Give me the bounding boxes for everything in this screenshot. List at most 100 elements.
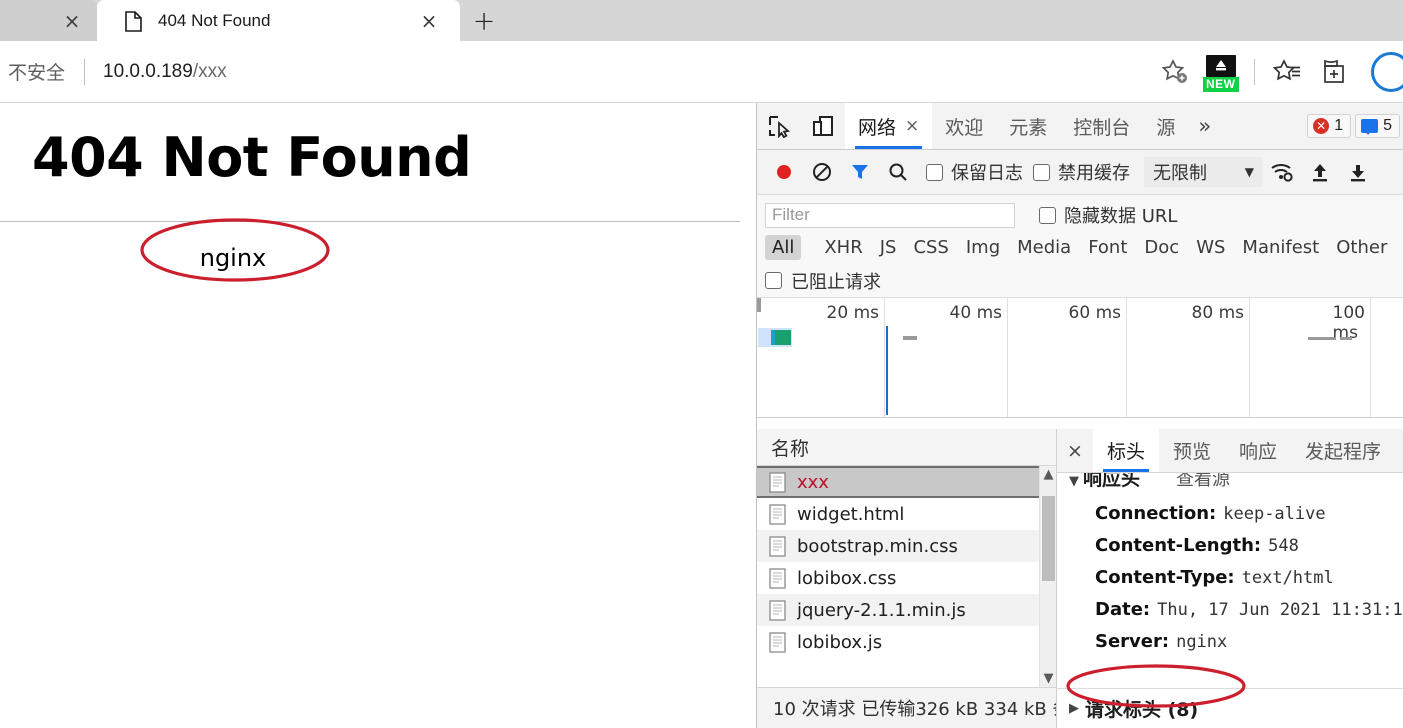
overview-left-handle[interactable] xyxy=(757,298,761,312)
tab-network[interactable]: 网络 × xyxy=(845,103,932,149)
response-headers-list: Connection: keep-alive Content-Length: 5… xyxy=(1069,473,1403,663)
tab-close-icon[interactable]: × xyxy=(61,10,83,32)
overview-gridline xyxy=(1126,298,1127,417)
checkbox-box xyxy=(1033,164,1050,181)
overview-tick-40ms: 40 ms xyxy=(950,303,1007,323)
type-filter-all[interactable]: All xyxy=(765,235,801,260)
record-button[interactable] xyxy=(766,154,802,190)
table-row[interactable]: bootstrap.min.css xyxy=(757,530,1056,562)
add-favorite-icon[interactable] xyxy=(1152,49,1198,95)
preserve-log-checkbox[interactable]: 保留日志 xyxy=(926,159,1023,185)
type-filter-doc[interactable]: Doc xyxy=(1137,235,1186,260)
devtools-badges: ✕ 1 5 xyxy=(1307,103,1403,149)
tab-sources[interactable]: 源 xyxy=(1143,103,1188,149)
header-value: nginx xyxy=(1176,632,1227,652)
message-count: 5 xyxy=(1383,117,1392,135)
scroll-down-icon[interactable]: ▼ xyxy=(1040,670,1056,687)
import-har-icon[interactable] xyxy=(1302,154,1338,190)
tab-initiator[interactable]: 发起程序 xyxy=(1291,429,1395,472)
tab-console[interactable]: 控制台 xyxy=(1060,103,1143,149)
type-filter-media[interactable]: Media xyxy=(1010,235,1078,260)
dom-content-loaded-marker xyxy=(886,326,888,415)
request-headers-label: 请求标头 (8) xyxy=(1085,695,1198,722)
header-row-content-type: Content-Type: text/html xyxy=(1069,567,1403,599)
type-filter-css[interactable]: CSS xyxy=(906,235,955,260)
resource-type-filters: All XHR JS CSS Img Media Font Doc WS Man… xyxy=(757,230,1403,264)
filter-input[interactable]: Filter xyxy=(765,203,1015,228)
table-row[interactable]: lobibox.css xyxy=(757,562,1056,594)
scroll-up-icon[interactable]: ▲ xyxy=(1040,466,1056,483)
network-conditions-icon[interactable] xyxy=(1264,154,1300,190)
type-filter-manifest[interactable]: Manifest xyxy=(1235,235,1326,260)
document-icon xyxy=(769,632,786,653)
tab-elements[interactable]: 元素 xyxy=(996,103,1060,149)
extension-body xyxy=(1206,55,1236,77)
type-filter-font[interactable]: Font xyxy=(1081,235,1134,260)
table-row[interactable]: lobibox.js xyxy=(757,626,1056,658)
tab-network-close-icon[interactable]: × xyxy=(905,116,919,136)
request-list[interactable]: xxx widget.html xyxy=(757,466,1056,687)
response-headers-section-title[interactable]: ▼响应头 查看源 xyxy=(1069,473,1230,491)
devtools-panel: 网络 × 欢迎 元素 控制台 源 » ✕ 1 5 xyxy=(756,103,1403,728)
header-value: Thu, 17 Jun 2021 11:31:11 xyxy=(1157,600,1403,620)
clear-button[interactable] xyxy=(804,154,840,190)
table-row[interactable]: widget.html xyxy=(757,498,1056,530)
tab-response[interactable]: 响应 xyxy=(1225,429,1291,472)
page-title: 404 Not Found xyxy=(32,126,756,189)
request-name: jquery-2.1.1.min.js xyxy=(797,600,966,621)
overview-gridline xyxy=(1370,298,1371,417)
network-overview-timeline[interactable]: 20 ms 40 ms 60 ms 80 ms 100 ms xyxy=(757,298,1403,418)
triangle-closed-icon[interactable]: ▶ xyxy=(1069,701,1079,716)
overview-tick-60ms: 60 ms xyxy=(1069,303,1126,323)
request-headers-section-title[interactable]: ▶ 请求标头 (8) xyxy=(1057,688,1403,728)
table-row[interactable]: jquery-2.1.1.min.js xyxy=(757,594,1056,626)
message-badge[interactable]: 5 xyxy=(1355,114,1400,138)
browser-tab-strip: × 404 Not Found × + xyxy=(0,0,1403,41)
request-detail-pane: × 标头 预览 响应 发起程序 ▼响应头 查看源 Connection: kee… xyxy=(1057,429,1403,728)
header-row-connection: Connection: keep-alive xyxy=(1069,503,1403,535)
close-icon[interactable]: × xyxy=(1057,429,1093,472)
blocked-requests-checkbox[interactable]: 已阻止请求 xyxy=(765,268,881,294)
hide-data-url-checkbox[interactable]: 隐藏数据 URL xyxy=(1039,202,1177,228)
scrollbar-thumb[interactable] xyxy=(1042,496,1055,581)
tab-headers[interactable]: 标头 xyxy=(1093,429,1159,472)
new-tab-button[interactable]: + xyxy=(470,8,498,36)
type-filter-img[interactable]: Img xyxy=(959,235,1007,260)
type-filter-ws[interactable]: WS xyxy=(1189,235,1232,260)
address-bar[interactable]: 10.0.0.189/xxx xyxy=(103,61,227,83)
checkbox-box xyxy=(926,164,943,181)
browser-tab-inactive[interactable]: × xyxy=(0,0,97,41)
tab-preview[interactable]: 预览 xyxy=(1159,429,1225,472)
detail-tab-bar: × 标头 预览 响应 发起程序 xyxy=(1057,429,1403,473)
export-har-icon[interactable] xyxy=(1340,154,1376,190)
filter-button[interactable] xyxy=(842,154,878,190)
browser-tab-active[interactable]: 404 Not Found × xyxy=(97,0,460,41)
checkbox-box xyxy=(765,272,782,289)
page-server-signature: nginx xyxy=(0,244,466,272)
tab-close-icon[interactable]: × xyxy=(418,10,440,32)
more-tabs-icon[interactable]: » xyxy=(1188,103,1221,149)
security-status-label[interactable]: 不安全 xyxy=(8,58,65,85)
view-source-link[interactable]: 查看源 xyxy=(1176,473,1230,491)
header-row-server: Server: nginx xyxy=(1069,631,1403,663)
type-filter-xhr[interactable]: XHR xyxy=(817,235,869,260)
error-badge[interactable]: ✕ 1 xyxy=(1307,114,1351,138)
type-filter-other[interactable]: Other xyxy=(1329,235,1394,260)
disable-cache-checkbox[interactable]: 禁用缓存 xyxy=(1033,159,1130,185)
document-icon xyxy=(769,568,786,589)
request-name-column-header[interactable]: 名称 xyxy=(757,429,1056,466)
type-filter-js[interactable]: JS xyxy=(873,235,904,260)
throttling-select[interactable]: 无限制 ▼ xyxy=(1144,157,1262,187)
collections-icon[interactable] xyxy=(1311,49,1357,95)
extension-new-icon[interactable]: NEW xyxy=(1198,49,1244,95)
favorites-icon[interactable] xyxy=(1265,49,1311,95)
device-toolbar-icon[interactable] xyxy=(801,103,845,149)
table-row[interactable]: xxx xyxy=(757,466,1056,498)
headers-content: ▼响应头 查看源 Connection: keep-alive Content-… xyxy=(1057,473,1403,728)
inspect-element-icon[interactable] xyxy=(757,103,801,149)
triangle-open-icon[interactable]: ▼ xyxy=(1069,474,1079,489)
request-list-scrollbar[interactable]: ▲ ▼ xyxy=(1039,466,1056,687)
tab-welcome[interactable]: 欢迎 xyxy=(932,103,996,149)
search-button[interactable] xyxy=(880,154,916,190)
profile-avatar[interactable] xyxy=(1357,49,1403,95)
